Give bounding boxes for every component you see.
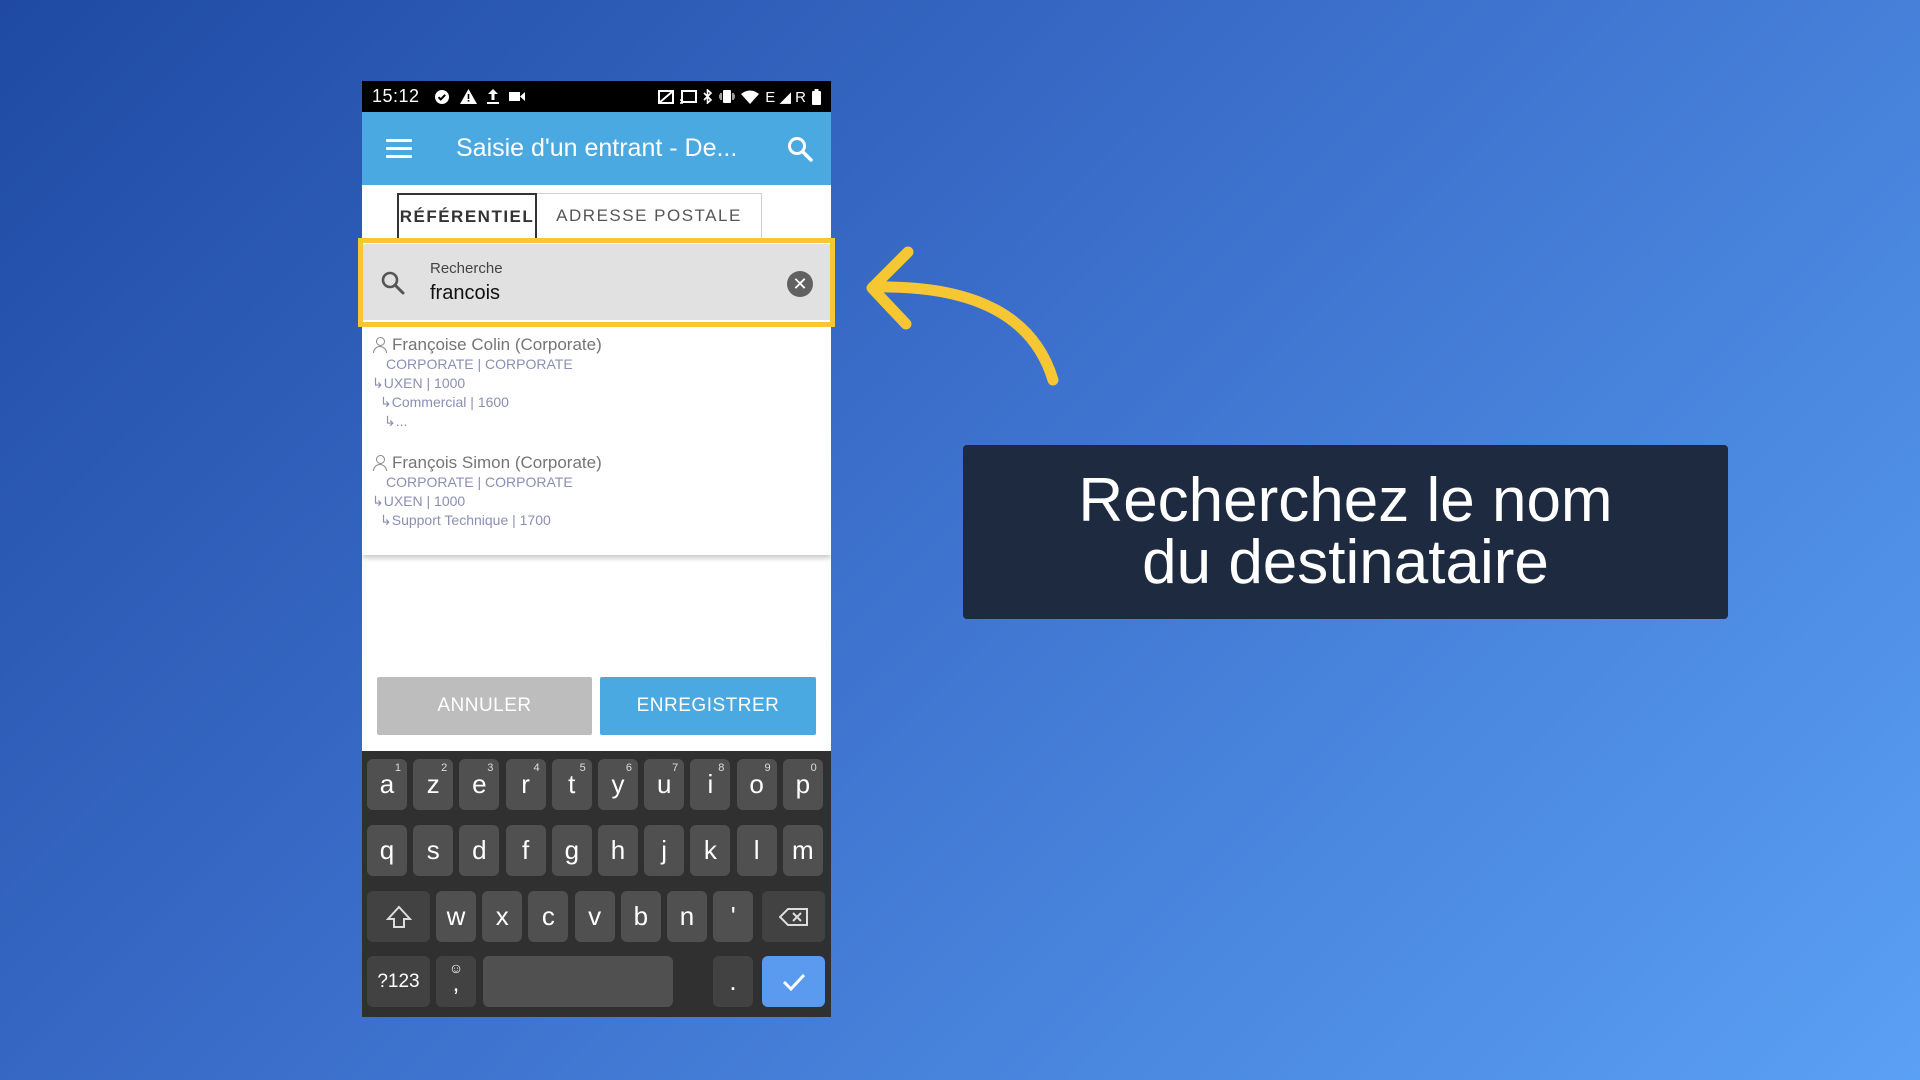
person-icon [372,336,388,354]
result-org-line: ↳UXEN | 1000 [372,375,466,391]
key-hint: 8 [718,762,725,774]
key-a[interactable]: a1 [367,759,407,810]
key-hint: 3 [487,762,494,774]
bluetooth-icon [703,89,713,104]
key-v[interactable]: v [574,891,615,942]
result-org-line: ↳UXEN | 1000 [372,493,466,509]
key-f[interactable]: f [505,825,546,876]
period-key[interactable]: . [713,956,753,1007]
callout-line-2: du destinataire [1142,528,1549,597]
status-time: 15:12 [372,86,420,106]
backspace-icon [778,907,808,926]
list-item[interactable]: François Simon (Corporate) CORPORATE | C… [372,453,602,530]
key-apostrophe[interactable]: ' [713,891,754,942]
key-m[interactable]: m [782,825,823,876]
key-s[interactable]: s [413,825,454,876]
key-q[interactable]: q [367,825,407,876]
search-highlight-frame [358,238,835,327]
comma-key[interactable]: ☺ , [436,956,476,1007]
key-i[interactable]: i8 [690,759,731,810]
warning-icon [459,89,477,104]
battery-icon [812,88,821,105]
symbols-key[interactable]: ?123 [367,956,430,1007]
key-hint: 1 [394,762,401,774]
save-button[interactable]: ENREGISTRER [600,677,816,735]
key-e[interactable]: e3 [459,759,500,810]
key-h[interactable]: h [598,825,638,876]
video-camera-icon [508,92,525,101]
key-n[interactable]: n [667,891,707,942]
person-icon [372,454,388,472]
enter-key[interactable] [762,956,825,1007]
keyboard: a1z2e3r4t5y6u7i8o9p0 qsdfghjklm w x c v b n ' … [362,751,831,1017]
cancel-button[interactable]: ANNULER [377,677,592,735]
space-key[interactable] [483,956,673,1007]
wifi-icon [741,90,760,104]
network-indicator: E ◢ R [765,88,806,106]
key-o[interactable]: o9 [736,759,777,810]
key-hint: 6 [625,762,632,774]
key-j[interactable]: j [644,825,685,876]
result-org-line: ↳... [384,413,408,429]
result-org-line: ↳Commercial | 1600 [380,394,509,410]
upload-icon [486,89,499,104]
shift-icon [385,905,412,928]
result-org-line: ↳Support Technique | 1700 [380,512,551,528]
key-t[interactable]: t5 [551,759,592,810]
key-y[interactable]: y6 [598,759,638,810]
key-l[interactable]: l [736,825,777,876]
key-hint: 5 [579,762,586,774]
key-hint: 0 [810,762,817,774]
key-c[interactable]: c [528,891,569,942]
key-w[interactable]: w [436,891,476,942]
result-name: François Simon (Corporate) [392,453,602,472]
key-z[interactable]: z2 [413,759,454,810]
backspace-key[interactable] [762,891,825,942]
result-org-line: CORPORATE | CORPORATE [386,474,573,490]
shift-key[interactable] [367,891,430,942]
cast-icon [680,89,698,104]
tab-referentiel[interactable]: RÉFÉRENTIEL [397,193,537,241]
checkmark-icon [782,973,805,991]
phone-screen: 15:12 E ◢ R Saisie d'un entrant - De... … [362,81,831,1017]
vibrate-icon [719,90,736,103]
key-hint: 9 [764,762,771,774]
key-hint: 2 [441,762,448,774]
tab-bar: RÉFÉRENTIEL ADRESSE POSTALE [397,193,762,241]
key-hint: 7 [672,762,679,774]
check-circle-icon [434,89,449,104]
search-icon[interactable] [787,136,813,162]
result-org-line: CORPORATE | CORPORATE [386,356,573,372]
key-p[interactable]: p0 [782,759,823,810]
hamburger-icon[interactable] [386,134,412,163]
key-b[interactable]: b [620,891,661,942]
key-g[interactable]: g [551,825,592,876]
list-item[interactable]: Françoise Colin (Corporate) CORPORATE | … [372,335,602,431]
key-k[interactable]: k [690,825,731,876]
search-results-list: Françoise Colin (Corporate) CORPORATE | … [362,325,831,555]
app-bar: Saisie d'un entrant - De... [362,112,831,185]
callout-line-1: Recherchez le nom [1078,466,1613,535]
key-u[interactable]: u7 [644,759,685,810]
tab-adresse-postale[interactable]: ADRESSE POSTALE [537,193,762,239]
result-name: Françoise Colin (Corporate) [392,335,602,354]
key-hint: 4 [533,762,540,774]
page-title: Saisie d'un entrant - De... [456,134,738,162]
nfc-icon [658,89,675,104]
key-d[interactable]: d [459,825,500,876]
instruction-callout: Recherchez le nom du destinataire [963,445,1728,619]
arrow-icon [866,246,1059,386]
key-r[interactable]: r4 [505,759,546,810]
key-x[interactable]: x [482,891,523,942]
status-bar: 15:12 E ◢ R [362,81,831,112]
